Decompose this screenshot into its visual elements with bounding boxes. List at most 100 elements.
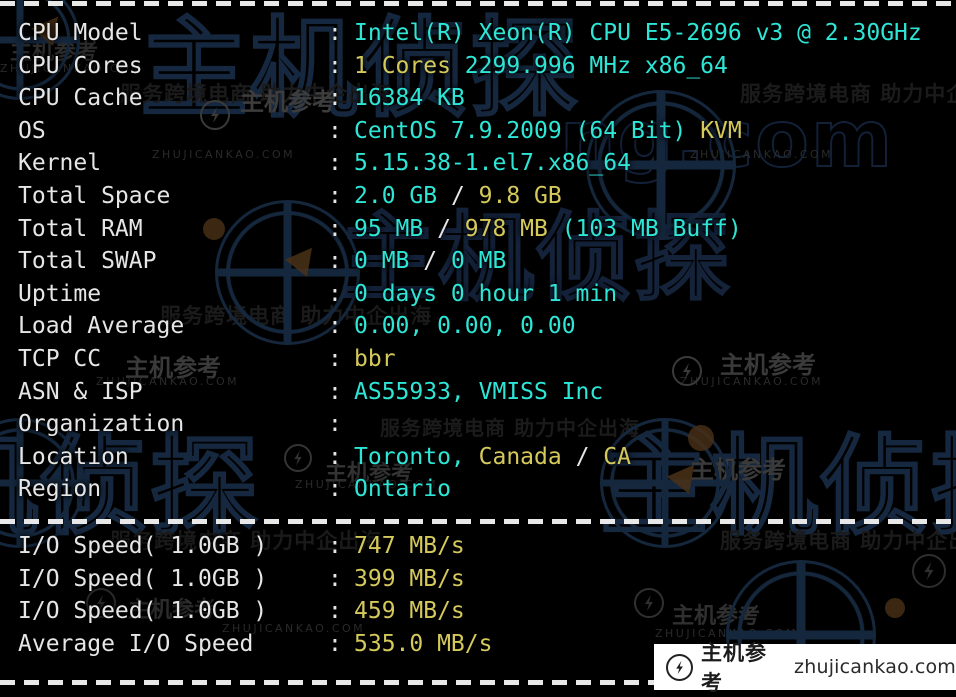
sysinfo-label: Total SWAP [18, 248, 157, 275]
sysinfo-row: Region: Ontario [0, 473, 956, 505]
io-speed-label: Average I/O Speed [18, 630, 254, 657]
io-speed-colon: : [328, 598, 342, 625]
sysinfo-value-part: 0.00, 0.00, 0.00 [354, 313, 576, 340]
sysinfo-value: bbr [354, 343, 396, 375]
sysinfo-value: 0 days 0 hour 1 min [354, 278, 617, 310]
sysinfo-value-part: bbr [354, 346, 396, 372]
sysinfo-colon: : [328, 476, 342, 503]
sysinfo-colon: : [328, 150, 342, 177]
sysinfo-value-part: KVM [686, 117, 742, 144]
io-speed-value-part: 459 MB/s [354, 598, 465, 625]
io-speed-row: I/O Speed( 1.0GB ):459 MB/s [0, 595, 956, 627]
sysinfo-row: ASN & ISP: AS55933, VMISS Inc [0, 376, 956, 408]
sysinfo-value: 2.0 GB / 9.8 GB [354, 180, 562, 212]
sysinfo-label: Location [18, 443, 129, 470]
sysinfo-label: Kernel [18, 150, 102, 177]
sysinfo-colon: : [328, 248, 342, 275]
separator-top [0, 1, 956, 6]
sysinfo-value-part: / [561, 443, 604, 470]
sysinfo-row: Load Average:0.00, 0.00, 0.00 [0, 310, 956, 342]
sysinfo-label: CPU Model [18, 20, 143, 46]
sysinfo-value-part: / [409, 248, 451, 275]
sysinfo-colon: : [328, 183, 342, 209]
sysinfo-value-part: 95 MB [354, 215, 424, 242]
sysinfo-row: Organization: [0, 408, 956, 440]
sysinfo-row: Total Space:2.0 GB / 9.8 GB [0, 180, 956, 212]
sysinfo-value-part: 5.15.38-1.el7.x86_64 [354, 150, 631, 177]
io-speed-row: I/O Speed( 1.0GB ):399 MB/s [0, 563, 956, 595]
sysinfo-colon: : [328, 378, 342, 405]
sysinfo-value-part: / [423, 215, 465, 242]
sysinfo-value-part: 0 MB [450, 248, 507, 275]
sysinfo-value-part: Toronto, [354, 443, 479, 470]
sysinfo-value-part: 2.0 GB [354, 183, 438, 209]
sysinfo-row: Total SWAP:0 MB / 0 MB [0, 245, 956, 277]
sysinfo-row: Total RAM:95 MB / 978 MB (103 MB Buff) [0, 213, 956, 245]
sysinfo-label: OS [18, 117, 46, 144]
sysinfo-value: CentOS 7.9.2009 (64 Bit) KVM [354, 115, 742, 147]
sysinfo-colon: : [328, 215, 342, 242]
sysinfo-value-part: CentOS 7.9.2009 (64 Bit) [354, 117, 687, 144]
sysinfo-value-part: 9.8 GB [478, 183, 562, 209]
sysinfo-value-part: 16384 KB [354, 85, 465, 112]
sysinfo-label: Uptime [18, 280, 102, 307]
sysinfo-label: Region [18, 476, 102, 503]
io-speed-value-part: 747 MB/s [354, 533, 465, 559]
sysinfo-row: CPU Cache:16384 KB [0, 82, 956, 114]
sysinfo-value-part: (103 MB Buff) [547, 215, 742, 242]
sysinfo-value: 5.15.38-1.el7.x86_64 [354, 147, 631, 179]
sysinfo-label: Organization [18, 411, 185, 438]
sysinfo-label: CPU Cache [18, 85, 143, 112]
sysinfo-row: Uptime:0 days 0 hour 1 min [0, 278, 956, 310]
io-speed-value: 459 MB/s [354, 595, 465, 627]
sysinfo-colon: : [328, 117, 342, 144]
sysinfo-value-part: AS55933, VMISS Inc [354, 378, 604, 405]
bolt-circle-icon [666, 653, 693, 681]
sysinfo-colon: : [328, 52, 342, 79]
io-speed-value-part: 535.0 MB/s [354, 630, 493, 657]
sysinfo-value: Toronto, Canada / CA [354, 441, 631, 473]
sysinfo-value: 0 MB / 0 MB [354, 245, 506, 277]
sysinfo-row: Location: Toronto, Canada / CA [0, 441, 956, 473]
sysinfo-colon: : [328, 443, 342, 470]
site-watermark-badge: 主机参考 zhujicankao.com [654, 641, 956, 695]
sysinfo-row: Kernel:5.15.38-1.el7.x86_64 [0, 147, 956, 179]
sysinfo-colon: : [328, 313, 342, 340]
io-speed-label: I/O Speed( 1.0GB ) [18, 565, 268, 592]
sysinfo-row: CPU Model: Intel(R) Xeon(R) CPU E5-2696 v… [0, 17, 956, 49]
badge-url: zhujicankao.com [794, 656, 956, 678]
sysinfo-value-part: 2299.996 MHz x86_64 [450, 52, 728, 79]
sysinfo-value-part: 1 Cores [354, 52, 451, 79]
io-speed-value: 535.0 MB/s [354, 628, 492, 660]
sysinfo-row: OS: CentOS 7.9.2009 (64 Bit) KVM [0, 115, 956, 147]
io-speed-value: 399 MB/s [354, 563, 465, 595]
io-speed-label: I/O Speed( 1.0GB ) [18, 533, 268, 559]
sysinfo-value: 95 MB / 978 MB (103 MB Buff) [354, 213, 742, 245]
sysinfo-value: 0.00, 0.00, 0.00 [354, 310, 576, 342]
sysinfo-colon: : [328, 20, 342, 46]
sysinfo-value: Ontario [354, 473, 451, 505]
io-speed-value: 747 MB/s [354, 530, 465, 562]
sysinfo-colon: : [328, 346, 342, 372]
sysinfo-label: Total Space [18, 183, 171, 209]
badge-brand: 主机参考 [701, 641, 767, 695]
sysinfo-value-part: 0 MB [354, 248, 410, 275]
io-speed-colon: : [328, 533, 342, 559]
sysinfo-value-part: Canada [478, 443, 562, 470]
sysinfo-value: 16384 KB [354, 82, 465, 114]
sysinfo-value: AS55933, VMISS Inc [354, 376, 603, 408]
sysinfo-colon: : [328, 85, 342, 112]
sysinfo-label: CPU Cores [18, 52, 143, 79]
io-speed-colon: : [328, 630, 342, 657]
sysinfo-value-part: Intel(R) Xeon(R) CPU E5-2696 v3 @ 2.30GH… [354, 20, 922, 46]
sysinfo-label: ASN & ISP [18, 378, 143, 405]
sysinfo-label: Load Average [18, 313, 185, 340]
sysinfo-value-part: Ontario [354, 476, 451, 503]
sysinfo-value-part: 978 MB [464, 215, 548, 242]
sysinfo-value: 1 Cores 2299.996 MHz x86_64 [354, 50, 728, 82]
sysinfo-label: Total RAM [18, 215, 143, 242]
terminal-output: CPU Model: Intel(R) Xeon(R) CPU E5-2696 v… [0, 0, 956, 690]
io-speed-colon: : [328, 565, 342, 592]
sysinfo-row: CPU Cores:1 Cores 2299.996 MHz x86_64 [0, 50, 956, 82]
sysinfo-value: Intel(R) Xeon(R) CPU E5-2696 v3 @ 2.30GH… [354, 17, 922, 49]
